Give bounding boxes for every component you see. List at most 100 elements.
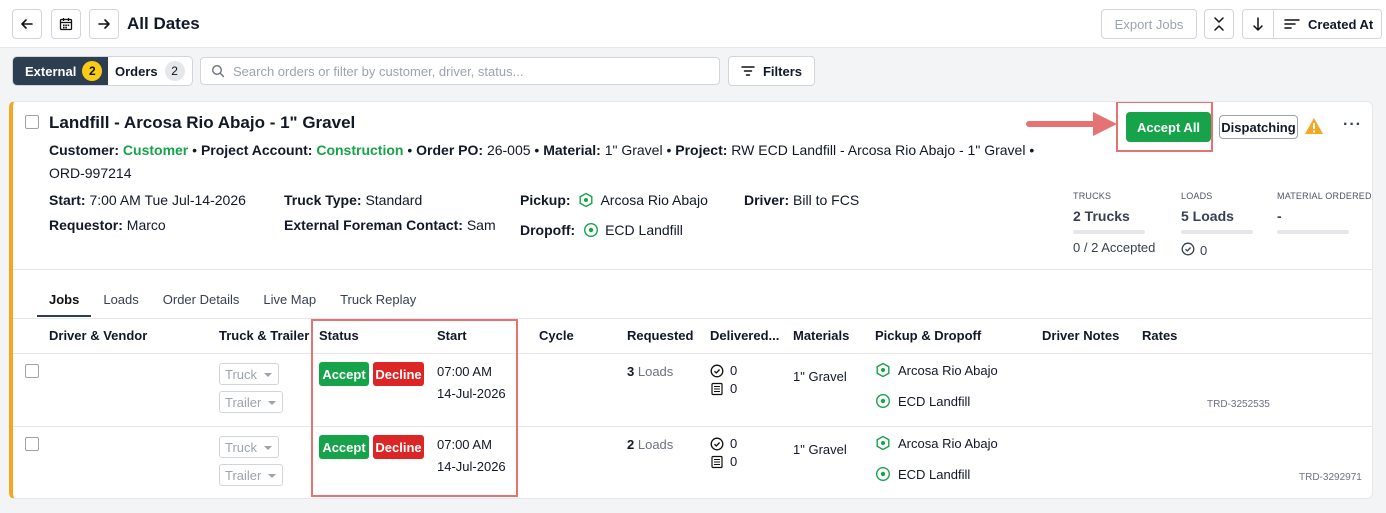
trailer-select-placeholder: Trailer	[225, 394, 262, 410]
col-delivered[interactable]: Delivered...	[710, 328, 779, 343]
dropoff-field: Dropoff: ECD Landfill	[520, 222, 683, 238]
col-requested[interactable]: Requested	[627, 328, 693, 343]
row-pickup-label: Arcosa Rio Abajo	[898, 362, 998, 378]
warning-icon[interactable]	[1304, 117, 1324, 135]
requested-count: 2	[627, 437, 635, 452]
order-summary: Customer: Customer • Project Account: Co…	[49, 142, 1035, 181]
delivered-loads-value: 0	[730, 363, 738, 378]
row-pickup[interactable]: Arcosa Rio Abajo	[875, 435, 998, 451]
external-label: External	[25, 63, 77, 79]
loads-value: 5 Loads	[1181, 208, 1234, 224]
tab-live-map[interactable]: Live Map	[251, 292, 328, 317]
filters-button[interactable]: Filters	[728, 56, 815, 86]
loads-header: LOADS	[1181, 191, 1213, 201]
calendar-button[interactable]	[51, 9, 81, 39]
col-rates[interactable]: Rates	[1142, 328, 1177, 343]
material-ordered-value: -	[1277, 208, 1282, 224]
row-select-checkbox[interactable]	[25, 437, 39, 451]
delivered-loads: 0	[710, 363, 737, 378]
tab-external[interactable]: External 2	[13, 57, 108, 85]
check-circle-icon	[710, 364, 724, 377]
pickup-field: Pickup: Arcosa Rio Abajo	[520, 192, 708, 208]
col-driver-vendor[interactable]: Driver & Vendor	[49, 328, 147, 343]
dropoff-location-icon	[584, 222, 599, 238]
back-button[interactable]	[12, 9, 42, 39]
trucks-header: TRUCKS	[1073, 191, 1112, 201]
requested-loads[interactable]: 2 Loads	[627, 437, 673, 452]
col-pickup-dropoff[interactable]: Pickup & Dropoff	[875, 328, 981, 343]
ticket-list-icon	[711, 382, 723, 395]
card-divider	[13, 269, 1372, 270]
dispatching-status-button[interactable]: Dispatching	[1219, 115, 1298, 139]
requested-unit: Loads	[637, 437, 674, 452]
chevron-down-icon	[268, 401, 276, 405]
tab-order-details[interactable]: Order Details	[151, 292, 252, 317]
header-row-divider	[13, 353, 1372, 354]
search-box	[200, 57, 720, 85]
driver-label: Driver:	[744, 192, 790, 208]
tab-truck-replay[interactable]: Truck Replay	[328, 292, 428, 317]
external-count-badge: 2	[82, 61, 103, 81]
collapse-all-button[interactable]	[1204, 9, 1234, 39]
job-reference: TRD-3252535	[1207, 399, 1270, 410]
tab-orders[interactable]: Orders 2	[108, 57, 192, 85]
accept-all-button[interactable]: Accept All	[1126, 112, 1211, 142]
customer-link[interactable]: Customer	[123, 142, 188, 158]
delivered-tickets: 0	[710, 454, 737, 469]
foreman-label: External Foreman Contact:	[284, 217, 463, 233]
loads-delivered: 0	[1181, 239, 1207, 258]
start-label: Start:	[49, 192, 86, 208]
row-dropoff[interactable]: ECD Landfill	[875, 466, 970, 482]
orders-label: Orders	[115, 63, 158, 79]
order-title: Landfill - Arcosa Rio Abajo - 1" Gravel	[49, 113, 356, 132]
truck-select[interactable]: Truck	[219, 363, 279, 385]
truck-type-field: Truck Type: Standard	[284, 192, 422, 208]
sort-lines-icon	[1284, 19, 1300, 29]
pickup-location-icon	[876, 435, 890, 451]
more-options-button[interactable]: ···	[1343, 116, 1362, 134]
sort-direction-button[interactable]	[1243, 10, 1274, 38]
col-materials[interactable]: Materials	[793, 328, 849, 343]
col-cycle[interactable]: Cycle	[539, 328, 574, 343]
job-reference: TRD-3292971	[1299, 472, 1362, 483]
start-value: 7:00 AM Tue Jul-14-2026	[89, 192, 246, 208]
arrow-right-icon	[98, 19, 110, 29]
forward-button[interactable]	[89, 9, 119, 39]
tab-loads[interactable]: Loads	[91, 292, 150, 317]
annotation-arrow-icon	[1026, 112, 1117, 136]
orders-count-badge: 2	[164, 61, 185, 81]
ticket-list-icon	[711, 455, 723, 468]
trailer-select[interactable]: Trailer	[219, 464, 283, 486]
dropoff-location-icon	[875, 466, 891, 482]
sort-field-label: Created At	[1308, 16, 1374, 32]
requested-loads[interactable]: 3 Loads	[627, 364, 673, 379]
truck-select[interactable]: Truck	[219, 436, 279, 458]
row-pickup[interactable]: Arcosa Rio Abajo	[875, 362, 998, 378]
row-dropoff[interactable]: ECD Landfill	[875, 393, 970, 409]
export-jobs-button[interactable]: Export Jobs	[1101, 9, 1197, 39]
trailer-select[interactable]: Trailer	[219, 391, 283, 413]
tab-jobs[interactable]: Jobs	[37, 292, 92, 317]
project-account-link[interactable]: Construction	[316, 142, 403, 158]
row-dropoff-label: ECD Landfill	[898, 393, 971, 409]
delivered-tickets-value: 0	[730, 454, 738, 469]
row-divider	[13, 426, 1372, 427]
row-pickup-label: Arcosa Rio Abajo	[898, 435, 998, 451]
loads-progress-bar	[1181, 230, 1253, 234]
order-tabs: Jobs Loads Order Details Live Map Truck …	[37, 292, 428, 317]
trucks-value: 2 Trucks	[1073, 208, 1130, 224]
chevron-down-icon	[268, 474, 276, 478]
driver-field: Driver: Bill to FCS	[744, 192, 859, 208]
search-input[interactable]	[233, 63, 703, 79]
search-icon	[211, 64, 225, 78]
truck-type-value: Standard	[365, 192, 423, 208]
requested-count: 3	[627, 364, 635, 379]
status-start-highlight	[311, 319, 518, 497]
material-label: Material:	[543, 142, 601, 158]
truck-select-placeholder: Truck	[225, 439, 258, 455]
order-select-checkbox[interactable]	[25, 115, 39, 129]
sort-field-button[interactable]: Created At	[1274, 17, 1381, 32]
col-driver-notes[interactable]: Driver Notes	[1042, 328, 1119, 343]
col-truck-trailer[interactable]: Truck & Trailer	[219, 328, 309, 343]
row-select-checkbox[interactable]	[25, 364, 39, 378]
